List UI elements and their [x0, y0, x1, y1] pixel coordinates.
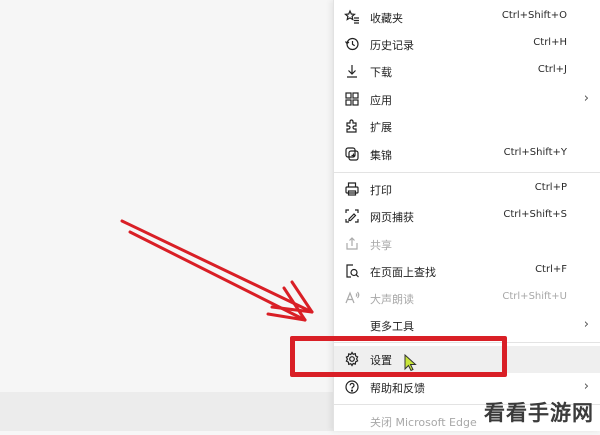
menu-item-share[interactable]: 共享	[334, 231, 600, 258]
menu-item-label: 历史记录	[370, 39, 414, 52]
menu-item-label: 在页面上查找	[370, 266, 436, 279]
web-capture-icon	[344, 208, 360, 224]
menu-item-shortcut: Ctrl+J	[537, 64, 567, 75]
chevron-right-icon: ›	[583, 379, 589, 394]
menu-item-shortcut: Ctrl+Shift+U	[502, 291, 567, 302]
favorites-icon	[344, 9, 360, 25]
menu-item-print[interactable]: 打印 Ctrl+P	[334, 176, 600, 203]
chevron-right-icon: ›	[583, 317, 589, 332]
menu-item-label: 关闭 Microsoft Edge	[370, 416, 477, 429]
highlight-box	[290, 336, 507, 377]
menu-item-shortcut: Ctrl+Shift+S	[503, 209, 567, 220]
history-icon	[344, 36, 360, 52]
share-icon	[344, 236, 360, 252]
menu-item-label: 网页捕获	[370, 211, 414, 224]
menu-divider	[334, 172, 600, 173]
menu-item-label: 帮助和反馈	[370, 382, 425, 395]
page-background	[0, 0, 333, 431]
menu-item-label: 大声朗读	[370, 293, 414, 306]
help-icon	[344, 379, 360, 395]
menu-item-downloads[interactable]: 下载 Ctrl+J	[334, 58, 600, 85]
download-icon	[344, 63, 360, 79]
menu-item-more-tools[interactable]: 更多工具 ›	[334, 312, 600, 339]
page-footer-bar	[0, 392, 333, 431]
menu-item-label: 集锦	[370, 149, 392, 162]
find-icon	[344, 263, 360, 279]
menu-item-collections[interactable]: 集锦 Ctrl+Shift+Y	[334, 141, 600, 168]
chevron-right-icon: ›	[583, 91, 589, 106]
menu-item-web-capture[interactable]: 网页捕获 Ctrl+Shift+S	[334, 203, 600, 230]
menu-item-label: 下载	[370, 66, 392, 79]
menu-item-label: 更多工具	[370, 320, 414, 333]
menu-item-label: 扩展	[370, 121, 392, 134]
menu-item-apps[interactable]: 应用 ›	[334, 86, 600, 113]
mouse-cursor-icon	[404, 354, 417, 372]
read-aloud-icon	[344, 290, 360, 306]
menu-item-label: 应用	[370, 94, 392, 107]
menu-item-find-on-page[interactable]: 在页面上查找 Ctrl+F	[334, 258, 600, 285]
print-icon	[344, 181, 360, 197]
menu-item-label: 收藏夹	[370, 12, 403, 25]
apps-icon	[344, 91, 360, 107]
extensions-icon	[344, 118, 360, 134]
menu-item-label: 打印	[370, 184, 392, 197]
menu-item-shortcut: Ctrl+Shift+O	[501, 10, 567, 21]
watermark-text: 看看手游网	[484, 401, 594, 425]
menu-item-read-aloud[interactable]: 大声朗读 Ctrl+Shift+U	[334, 285, 600, 312]
menu-item-shortcut: Ctrl+P	[534, 182, 567, 193]
menu-item-history[interactable]: 历史记录 Ctrl+H	[334, 31, 600, 58]
menu-item-shortcut: Ctrl+F	[535, 264, 567, 275]
menu-item-shortcut: Ctrl+H	[533, 37, 567, 48]
collections-icon	[344, 146, 360, 162]
menu-item-shortcut: Ctrl+Shift+Y	[503, 147, 567, 158]
menu-item-label: 共享	[370, 239, 392, 252]
menu-item-extensions[interactable]: 扩展	[334, 113, 600, 140]
menu-item-favorites[interactable]: 收藏夹 Ctrl+Shift+O	[334, 4, 600, 31]
